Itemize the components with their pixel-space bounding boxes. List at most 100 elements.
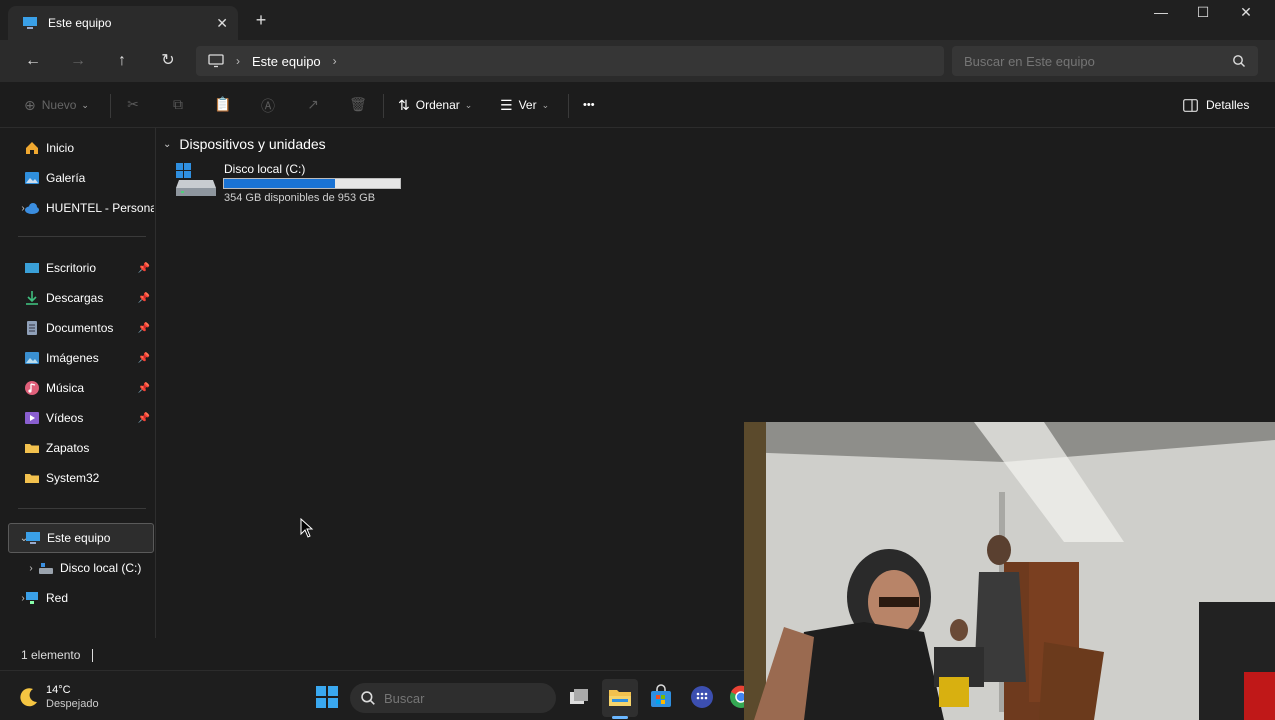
chevron-down-icon[interactable]: ⌄	[163, 139, 171, 150]
sidebar-item-galeria[interactable]: Galería	[8, 163, 154, 193]
chevron-right-icon[interactable]: ›	[16, 593, 30, 604]
sidebar-item-documentos[interactable]: Documentos 📌	[8, 313, 154, 343]
title-bar: Este equipo ✕ + — ☐ ✕	[0, 0, 1275, 40]
pin-icon[interactable]: 📌	[138, 383, 150, 394]
group-header[interactable]: ⌄ Dispositivos y unidades	[163, 136, 326, 152]
computer-icon	[23, 17, 37, 29]
taskbar: 14°C Despejado	[0, 670, 744, 720]
sidebar-item-disco-local[interactable]: › Disco local (C:)	[8, 553, 154, 583]
download-icon	[24, 290, 40, 306]
sidebar-item-este-equipo[interactable]: ⌄ Este equipo	[8, 523, 154, 553]
close-tab-icon[interactable]: ✕	[216, 15, 228, 32]
desktop-icon	[24, 260, 40, 276]
chevron-right-icon[interactable]: ›	[16, 203, 30, 214]
paste-icon[interactable]: 📋	[213, 96, 233, 116]
minimize-button[interactable]: —	[1141, 4, 1181, 26]
taskbar-search[interactable]	[350, 683, 556, 713]
sidebar-item-label: Vídeos	[46, 411, 84, 425]
sidebar-item-label: Descargas	[46, 291, 104, 305]
gallery-icon	[24, 170, 40, 186]
drive-icon	[38, 560, 54, 576]
divider	[18, 236, 146, 237]
taskbar-search-input[interactable]	[384, 690, 534, 706]
command-bar: ⊕ Nuevo ⌄ ✂ ⧉ 📋 Ⓐ ↗ 🗑 ⇅ Ordenar ⌄ ☰ Ver …	[0, 82, 1275, 128]
rename-icon[interactable]: Ⓐ	[258, 96, 278, 116]
breadcrumb-este-equipo[interactable]: Este equipo	[252, 54, 321, 69]
tab-este-equipo[interactable]: Este equipo ✕	[8, 6, 238, 40]
forward-button[interactable]: →	[65, 49, 91, 73]
search-icon	[361, 691, 375, 705]
view-label: Ver	[518, 98, 537, 112]
sidebar-item-zapatos[interactable]: Zapatos	[8, 433, 154, 463]
chevron-right-icon: ›	[236, 54, 240, 68]
sidebar-item-label: Inicio	[46, 141, 75, 155]
task-view-icon[interactable]	[566, 684, 592, 710]
sidebar-item-label: HUENTEL - Personal	[46, 201, 154, 215]
copy-icon[interactable]: ⧉	[168, 96, 188, 116]
item-count: 1 elemento	[21, 648, 81, 662]
share-icon[interactable]: ↗	[303, 96, 323, 116]
chrome-icon[interactable]	[728, 684, 744, 710]
status-bar: 1 elemento	[0, 640, 740, 670]
sidebar-item-inicio[interactable]: Inicio	[8, 133, 154, 163]
search-input[interactable]	[964, 53, 1232, 69]
pictures-icon	[24, 350, 40, 366]
pin-icon[interactable]: 📌	[138, 263, 150, 274]
sidebar-item-videos[interactable]: Vídeos 📌	[8, 403, 154, 433]
new-label: Nuevo	[41, 98, 77, 112]
store-icon[interactable]	[648, 684, 674, 710]
monitor-icon	[208, 54, 224, 68]
chevron-down-icon[interactable]: ⌄	[17, 533, 31, 544]
divider	[18, 508, 146, 509]
sort-button[interactable]: ⇅ Ordenar ⌄	[398, 94, 472, 116]
moon-icon	[20, 688, 37, 707]
active-app-indicator	[612, 716, 628, 719]
hard-drive-icon	[176, 163, 216, 196]
sidebar-item-label: Documentos	[46, 321, 114, 335]
weather-description: Despejado	[46, 698, 99, 710]
search-box[interactable]	[952, 46, 1258, 76]
sidebar-item-system32[interactable]: System32	[8, 463, 154, 493]
weather-widget[interactable]: 14°C Despejado	[18, 683, 99, 711]
up-button[interactable]: ↑	[109, 49, 135, 73]
details-pane-icon	[1183, 98, 1198, 112]
sidebar-item-label: Escritorio	[46, 261, 97, 275]
sidebar-item-onedrive[interactable]: › HUENTEL - Personal	[8, 193, 154, 223]
windows-start-icon[interactable]	[314, 684, 340, 710]
drive-usage-fill	[224, 179, 335, 188]
sidebar-item-imagenes[interactable]: Imágenes 📌	[8, 343, 154, 373]
back-button[interactable]: ←	[20, 49, 46, 73]
sidebar-item-red[interactable]: › Red	[8, 583, 154, 613]
folder-icon	[24, 470, 40, 486]
new-tab-button[interactable]: +	[250, 10, 272, 31]
more-options-button[interactable]: •••	[583, 94, 595, 116]
sidebar-item-musica[interactable]: Música 📌	[8, 373, 154, 403]
pin-icon[interactable]: 📌	[138, 323, 150, 334]
drive-item[interactable]: Disco local (C:) 354 GB disponibles de 9…	[175, 160, 405, 206]
new-button[interactable]: ⊕ Nuevo ⌄	[24, 94, 89, 116]
refresh-button[interactable]: ↻	[155, 49, 181, 73]
pin-icon[interactable]: 📌	[138, 413, 150, 424]
drive-usage-bar	[223, 178, 401, 189]
sidebar-item-escritorio[interactable]: Escritorio 📌	[8, 253, 154, 283]
sidebar-item-label: Imágenes	[46, 351, 99, 365]
close-window-button[interactable]: ✕	[1226, 4, 1266, 26]
chevron-down-icon: ⌄	[81, 99, 89, 110]
pin-icon[interactable]: 📌	[138, 293, 150, 304]
navigation-bar: ← → ↑ ↻ › Este equipo ›	[0, 40, 1275, 82]
view-icon: ☰	[500, 96, 513, 113]
chevron-right-icon[interactable]: ›	[24, 563, 38, 574]
app-grid-icon[interactable]	[689, 684, 715, 710]
sidebar-item-descargas[interactable]: Descargas 📌	[8, 283, 154, 313]
chevron-right-icon[interactable]: ›	[333, 54, 337, 68]
view-button[interactable]: ☰ Ver ⌄	[500, 94, 549, 116]
address-bar[interactable]: › Este equipo ›	[196, 46, 944, 76]
delete-icon[interactable]: 🗑	[348, 96, 368, 116]
sidebar-item-label: Red	[46, 591, 69, 605]
videos-icon	[24, 410, 40, 426]
cut-icon[interactable]: ✂	[123, 96, 143, 116]
maximize-button[interactable]: ☐	[1183, 4, 1223, 26]
file-explorer-icon[interactable]	[607, 684, 633, 710]
details-button[interactable]: Detalles	[1183, 94, 1249, 116]
pin-icon[interactable]: 📌	[138, 353, 150, 364]
